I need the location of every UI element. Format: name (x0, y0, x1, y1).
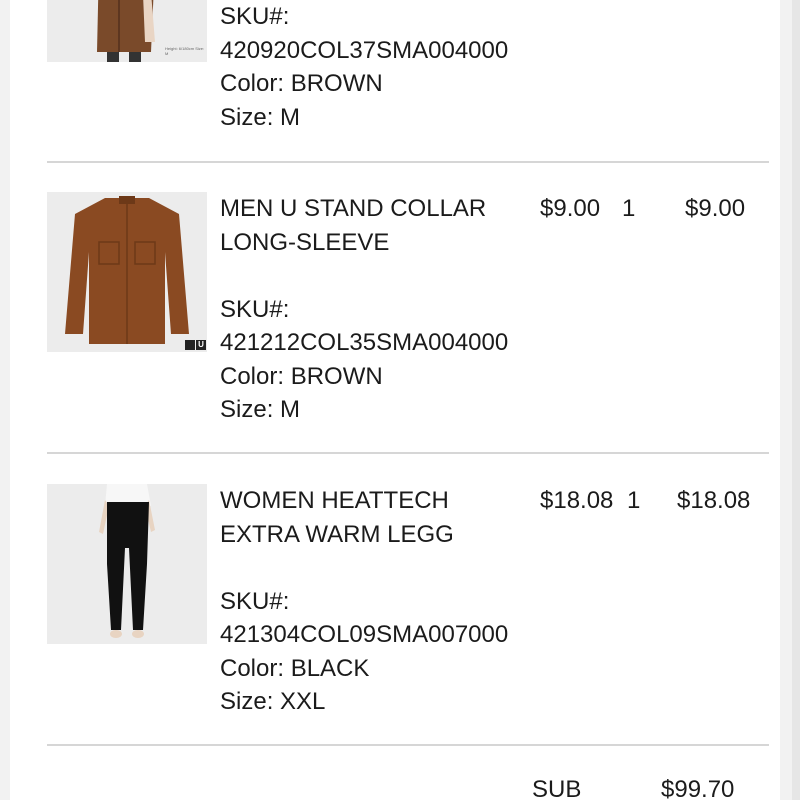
product-name[interactable]: WOMEN HEATTECH (220, 484, 520, 518)
brown-shirt-photo-icon (47, 192, 207, 352)
item-details: MEN U STAND COLLAR LONG-SLEEVE SKU#: 421… (220, 192, 520, 427)
sku-label: SKU#: (220, 3, 290, 30)
sku-value: 421304COL09SMA007000 (220, 621, 509, 648)
brand-logo-icon (185, 340, 195, 350)
divider (47, 452, 769, 454)
subtotal-value: $99.70 (661, 776, 735, 800)
unit-price: $9.00 (540, 195, 601, 222)
size-value: Size: M (220, 396, 301, 423)
sku-value: 421212COL35SMA004000 (220, 329, 509, 356)
black-leggings-thumbnail[interactable] (47, 484, 207, 644)
line-total: $18.08 (677, 487, 751, 514)
product-name[interactable]: EXTRA WARM LEGG (220, 518, 520, 552)
sku-label: SKU#: (220, 587, 290, 615)
item-details: SKU#: 420920COL37SMA004000 Color: BROWN … (220, 0, 520, 134)
size-value: Size: XXL (220, 688, 326, 715)
subtotal-label: SUB (532, 776, 582, 800)
brown-coat-thumbnail[interactable]: Height: 6/180cm Size: M (47, 0, 207, 62)
image-caption: Height: 6/180cm Size: M (165, 46, 205, 56)
scrollbar-track[interactable] (792, 0, 800, 800)
item-details: WOMEN HEATTECH EXTRA WARM LEGG SKU#: 421… (220, 484, 520, 719)
color-value: Color: BROWN (220, 70, 383, 97)
u-badge: U (196, 340, 206, 350)
product-name[interactable]: MEN U STAND COLLAR (220, 192, 520, 226)
divider (47, 744, 769, 746)
order-items-card: Height: 6/180cm Size: M SKU#: 420920COL3… (10, 0, 780, 800)
quantity: 1 (627, 487, 641, 514)
black-leggings-model-photo-icon (47, 484, 207, 644)
color-value: Color: BROWN (220, 362, 383, 390)
line-total: $9.00 (685, 195, 746, 222)
brown-shirt-thumbnail[interactable]: U (47, 192, 207, 352)
product-name[interactable]: LONG-SLEEVE (220, 226, 520, 260)
size-value: Size: M (220, 103, 301, 131)
sku-value: 420920COL37SMA004000 (220, 36, 509, 64)
color-value: Color: BLACK (220, 654, 370, 682)
divider (47, 161, 769, 163)
quantity: 1 (622, 195, 636, 222)
sku-label: SKU#: (220, 295, 290, 323)
unit-price: $18.08 (540, 487, 614, 514)
